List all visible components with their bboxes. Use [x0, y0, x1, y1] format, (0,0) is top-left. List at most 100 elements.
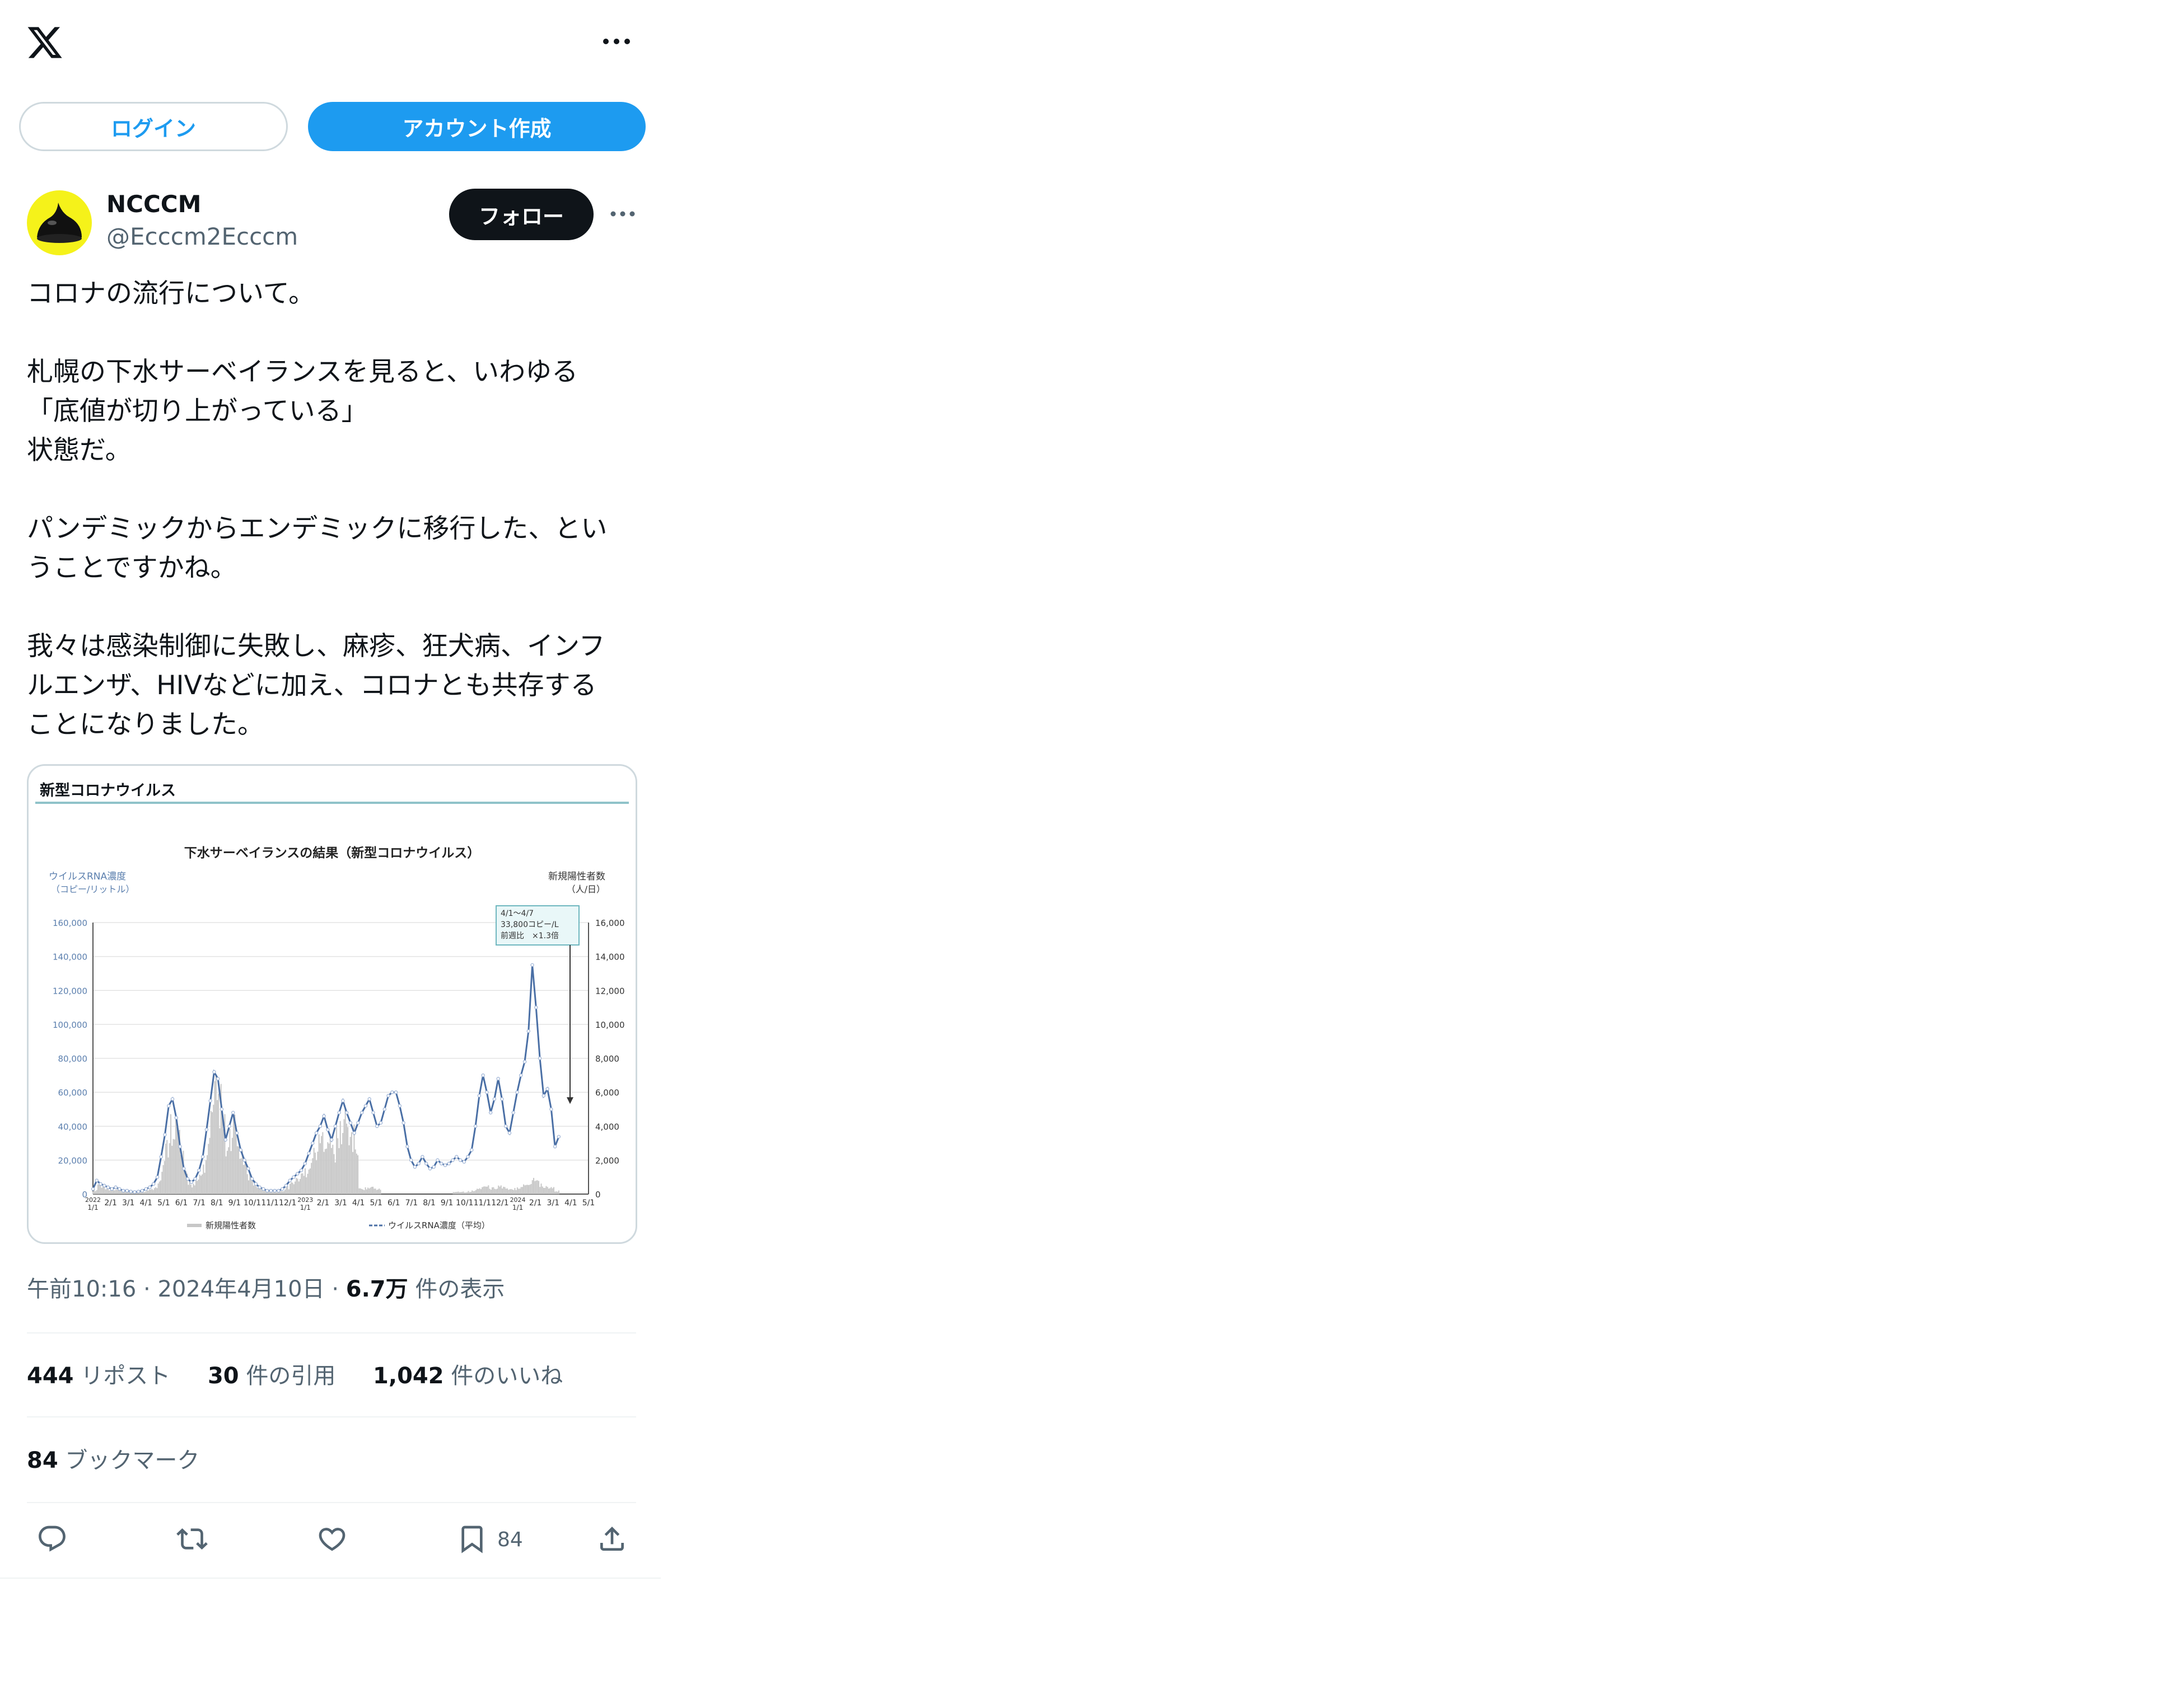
rna-point: [133, 1190, 137, 1194]
retweet-button[interactable]: [172, 1519, 212, 1559]
rna-point: [473, 1124, 478, 1128]
rna-point: [363, 1104, 368, 1108]
positives-bar: [354, 1149, 356, 1194]
positives-bar: [548, 1188, 550, 1194]
positives-bar: [231, 1138, 233, 1194]
positives-bar: [164, 1160, 165, 1194]
positives-bar: [219, 1128, 221, 1194]
rna-point: [360, 1111, 364, 1115]
quotes-count: 30: [207, 1363, 239, 1389]
positives-bar: [216, 1100, 218, 1194]
positives-bar: [332, 1144, 334, 1194]
rna-point: [167, 1104, 171, 1108]
tweet-time[interactable]: 午前10:16: [27, 1276, 136, 1302]
positives-bar: [225, 1156, 227, 1194]
bookmark-button[interactable]: [452, 1519, 492, 1559]
rna-point: [314, 1131, 319, 1135]
login-button[interactable]: ログイン: [19, 102, 288, 151]
meta-separator: ·: [332, 1276, 339, 1302]
positives-bar: [503, 1186, 505, 1194]
positives-bar: [287, 1186, 288, 1194]
positives-bar: [513, 1190, 515, 1194]
rna-point: [507, 1131, 512, 1135]
rna-point: [262, 1187, 265, 1191]
follow-button[interactable]: フォロー: [449, 189, 594, 240]
positives-bar: [228, 1147, 230, 1194]
positives-bar: [357, 1155, 359, 1194]
positives-bar: [218, 1093, 220, 1194]
divider: [27, 1502, 636, 1503]
positives-bar: [500, 1185, 502, 1194]
positives-bar: [469, 1192, 470, 1194]
positives-bar: [348, 1145, 350, 1194]
positives-bar: [207, 1155, 208, 1194]
rna-point: [432, 1165, 436, 1169]
tweet-more-icon[interactable]: [608, 203, 638, 225]
positives-bar: [318, 1134, 320, 1194]
positives-bar: [162, 1165, 164, 1194]
annotation-line: 4/1～4/7: [501, 909, 534, 918]
positives-bar: [292, 1182, 293, 1194]
x-tick-label: 8/1: [423, 1199, 436, 1208]
x-tick-label: 3/1: [122, 1199, 135, 1208]
rna-point: [337, 1111, 341, 1115]
positives-bar: [539, 1187, 541, 1194]
rna-point: [269, 1188, 273, 1193]
tweet-date[interactable]: 2024年4月10日: [157, 1276, 324, 1302]
positives-bar: [296, 1178, 297, 1194]
rna-point: [394, 1090, 398, 1094]
rna-point: [102, 1183, 106, 1188]
positives-bar: [309, 1168, 311, 1194]
left-tick-label: 20,000: [58, 1155, 88, 1166]
likes-stat[interactable]: 1,042 件のいいね: [373, 1363, 563, 1389]
positives-bar: [313, 1148, 315, 1194]
positives-bar: [151, 1188, 153, 1194]
rna-point: [379, 1121, 383, 1125]
positives-bar: [339, 1121, 341, 1194]
right-tick-label: 6,000: [595, 1088, 619, 1098]
positives-bar: [304, 1168, 306, 1194]
positives-bar: [302, 1173, 304, 1194]
author-handle[interactable]: @Ecccm2Ecccm: [106, 223, 298, 250]
positives-bar: [530, 1183, 532, 1194]
rna-point: [114, 1185, 118, 1190]
positives-bar: [145, 1191, 147, 1194]
reply-button[interactable]: [32, 1519, 72, 1559]
tweet-image[interactable]: 新型コロナウイルス 下水サーベイランスの結果（新型コロナウイルス） ウイルスRN…: [27, 764, 637, 1244]
positives-bar: [334, 1162, 336, 1194]
meta-separator: ·: [143, 1276, 151, 1302]
bookmarks-label: ブックマーク: [58, 1448, 200, 1473]
create-account-button[interactable]: アカウント作成: [308, 102, 646, 151]
x-tick-label: 12/1: [491, 1199, 508, 1208]
surveillance-chart: 下水サーベイランスの結果（新型コロナウイルス） ウイルスRNA濃度 （コピー/リ…: [49, 845, 625, 1230]
share-button[interactable]: [592, 1519, 632, 1559]
positives-bar: [367, 1187, 369, 1194]
rna-point: [284, 1183, 288, 1188]
reposts-count: 444: [27, 1363, 74, 1389]
positives-bar: [528, 1185, 530, 1194]
tweet-page: ログイン アカウント作成 NCCCM @Ecccm2Ecccm フォロー コロナ…: [0, 0, 661, 1579]
rna-point: [223, 1138, 227, 1142]
reposts-stat[interactable]: 444 リポスト: [27, 1363, 170, 1389]
quotes-stat[interactable]: 30 件の引用: [208, 1363, 335, 1389]
positives-bar: [321, 1136, 323, 1194]
positives-bar: [311, 1163, 312, 1194]
positives-bar: [322, 1132, 324, 1194]
rna-point: [212, 1070, 216, 1074]
positives-bar: [484, 1186, 485, 1194]
positives-bar: [554, 1191, 556, 1194]
x-logo-icon[interactable]: [25, 24, 65, 62]
like-button[interactable]: [312, 1519, 352, 1559]
positives-bar: [375, 1188, 376, 1194]
positives-bar: [541, 1186, 543, 1194]
more-horizontal-icon[interactable]: [599, 30, 634, 53]
x-tick-label: 9/1: [441, 1199, 454, 1208]
rna-point: [288, 1178, 292, 1182]
author-name[interactable]: NCCCM: [106, 190, 201, 218]
positives-bar: [99, 1183, 100, 1194]
legend-rna: ウイルスRNA濃度（平均）: [388, 1220, 490, 1230]
top-bar: [0, 0, 661, 90]
positives-bar: [505, 1188, 507, 1194]
positives-bar: [477, 1188, 478, 1194]
avatar[interactable]: [27, 190, 92, 255]
